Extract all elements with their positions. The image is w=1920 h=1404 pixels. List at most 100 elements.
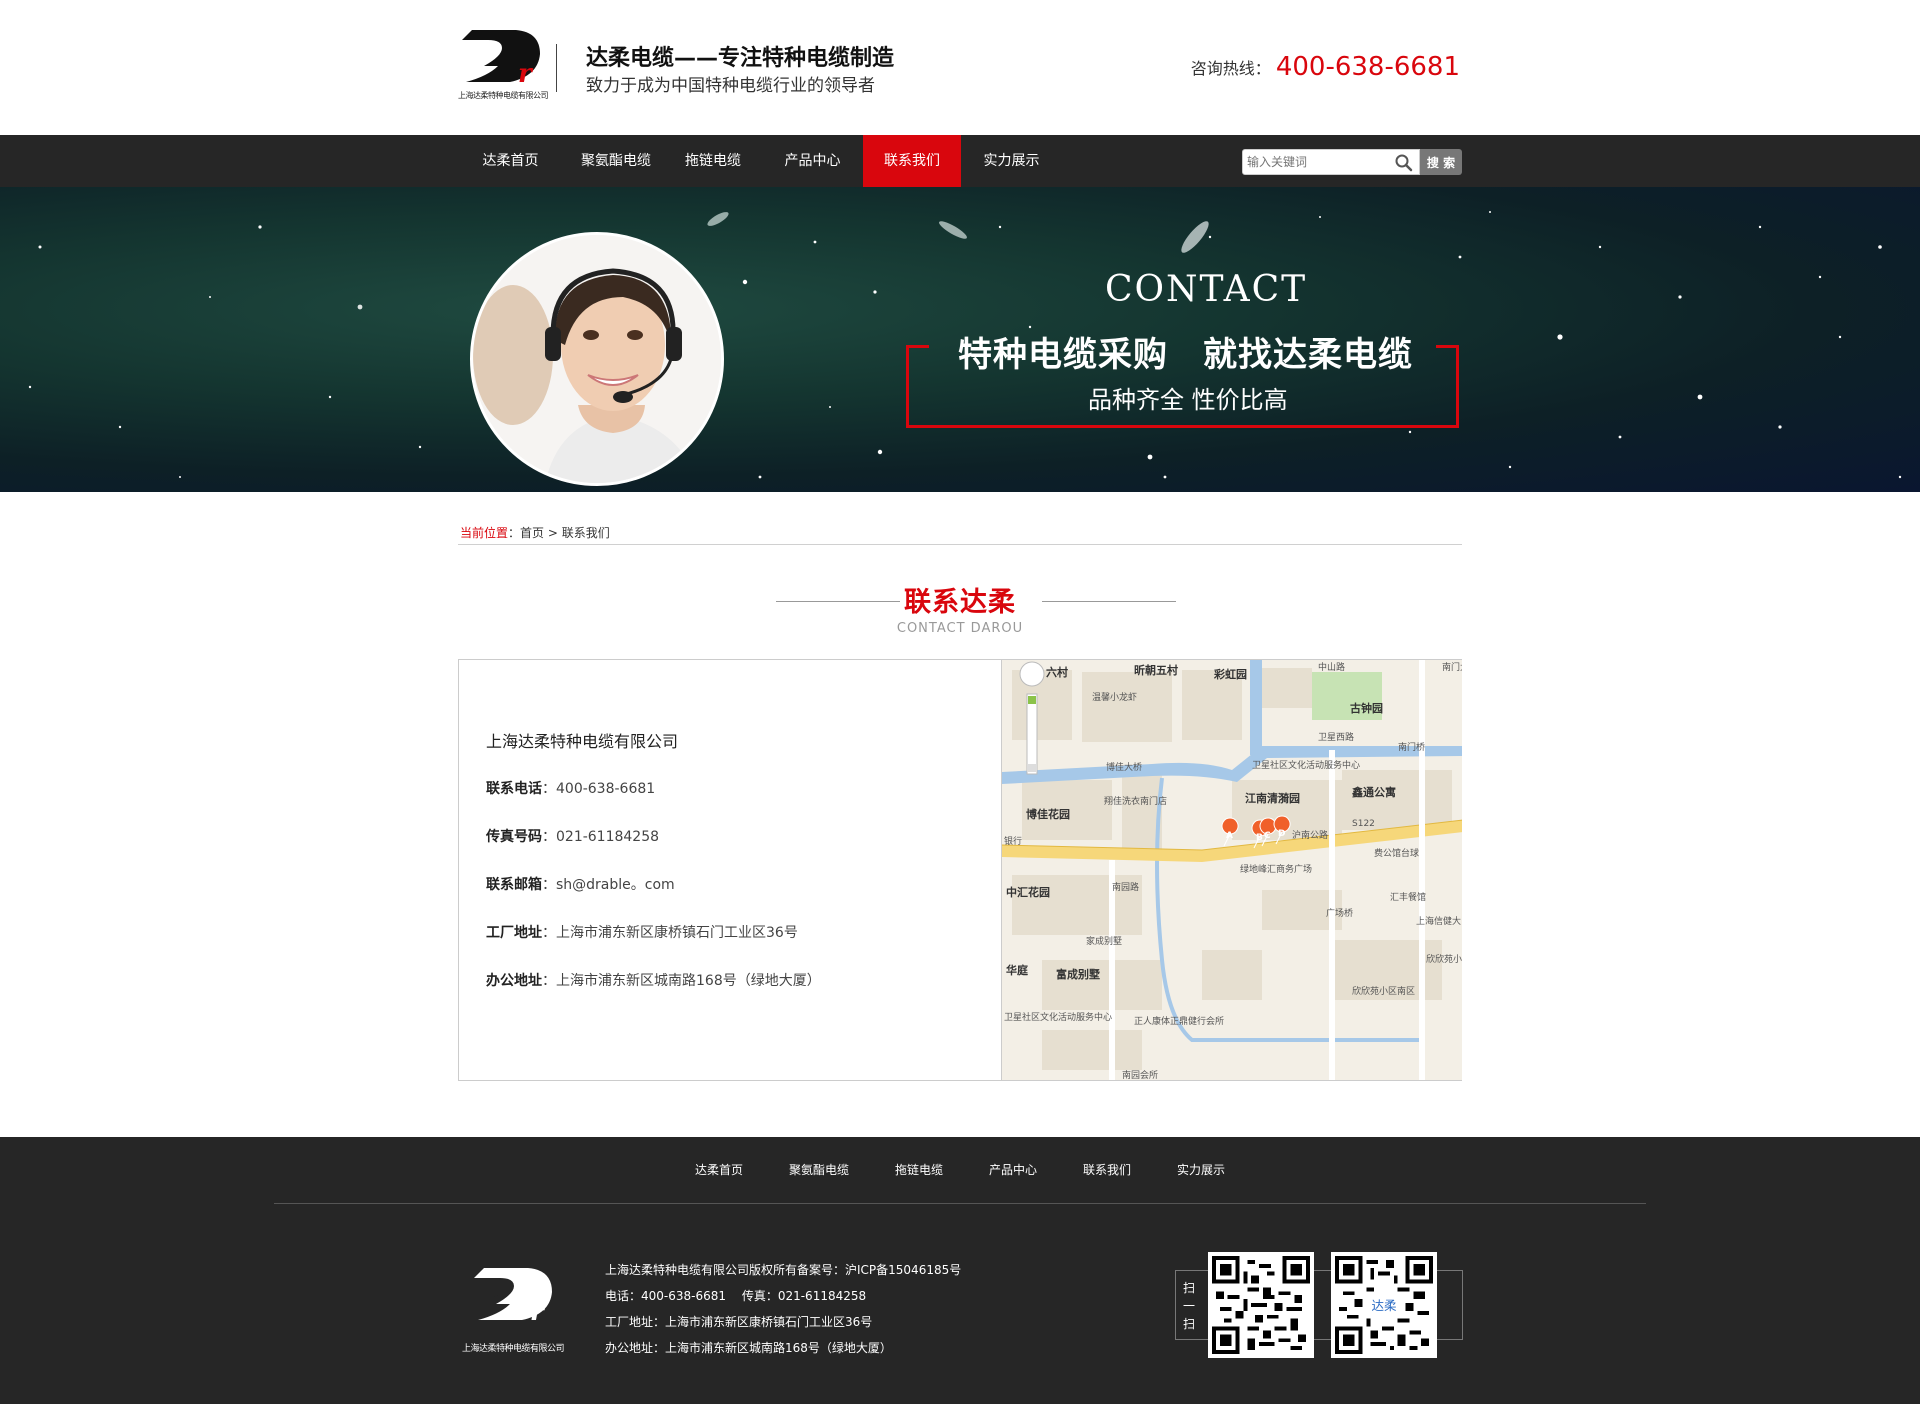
map-label: 家成别墅 bbox=[1086, 935, 1122, 947]
map-label: 欣欣苑小 bbox=[1426, 953, 1462, 965]
footer-nav-pu-cable[interactable]: 聚氨酯电缆 bbox=[766, 1137, 872, 1203]
info-key: 工厂地址 bbox=[486, 925, 542, 941]
customer-service-avatar bbox=[470, 232, 724, 486]
map-label: 卫星社区文化活动服务中心 bbox=[1252, 759, 1360, 771]
map-canvas[interactable]: 六村 昕朝五村 彩虹园 古钟园 博佳花园 江南清漪园 鑫通公寓 中汇花园 华庭 … bbox=[1002, 660, 1462, 1080]
search-icon[interactable] bbox=[1394, 153, 1414, 173]
info-key: 联系邮箱 bbox=[486, 877, 542, 893]
logo-mark: r bbox=[474, 1268, 552, 1327]
contact-phone: 联系电话：400-638-6681 bbox=[486, 778, 986, 826]
map-label: 卫星社区文化活动服务中心 bbox=[1004, 1011, 1112, 1023]
map-label: S122 bbox=[1352, 819, 1375, 829]
svg-text:r: r bbox=[518, 59, 534, 88]
nav-item-drag-chain-cable[interactable]: 拖链电缆 bbox=[664, 135, 762, 187]
qr-code-1 bbox=[1208, 1252, 1314, 1358]
info-value: ：021-61184258 bbox=[542, 829, 660, 845]
footer-logo[interactable]: r 上海达柔特种电缆有限公司 bbox=[460, 1257, 570, 1357]
map-label: 六村 bbox=[1046, 665, 1068, 679]
map-label: 沪南公路 bbox=[1292, 829, 1328, 841]
breadcrumb-label: 当前位置 bbox=[460, 526, 509, 540]
main-nav: 达柔首页 聚氨酯电缆 拖链电缆 产品中心 联系我们 实力展示 搜 索 bbox=[0, 135, 1920, 187]
slogan-main: 达柔电缆——专注特种电缆制造 bbox=[586, 46, 895, 71]
banner: CONTACT 特种电缆采购 就找达柔电缆 品种齐全 性价比高 bbox=[0, 187, 1920, 492]
map-label: 卫星西路 bbox=[1318, 731, 1354, 743]
logo[interactable]: r 上海达柔特种电缆有限公司 bbox=[458, 26, 549, 106]
contact-panel: 上海达柔特种电缆有限公司 联系电话：400-638-6681 传真号码：021-… bbox=[458, 659, 1462, 1081]
nav-list: 达柔首页 聚氨酯电缆 拖链电缆 产品中心 联系我们 实力展示 bbox=[460, 135, 1062, 187]
company-name: 上海达柔特种电缆有限公司 bbox=[486, 732, 679, 751]
map-label: 昕朝五村 bbox=[1134, 663, 1178, 677]
map-label: 古钟园 bbox=[1350, 701, 1383, 715]
map-label: 翔佳洗衣南门店 bbox=[1104, 795, 1167, 807]
map-label: 上海信健大 bbox=[1416, 915, 1461, 927]
scan-label: 扫一扫 bbox=[1182, 1281, 1195, 1331]
contact-info: 上海达柔特种电缆有限公司 联系电话：400-638-6681 传真号码：021-… bbox=[486, 728, 986, 1018]
nav-item-home[interactable]: 达柔首页 bbox=[460, 135, 561, 187]
footer: 达柔首页 聚氨酯电缆 拖链电缆 产品中心 联系我们 实力展示 r 上海达柔特种电… bbox=[0, 1137, 1920, 1404]
map-label: 富成别墅 bbox=[1056, 967, 1100, 981]
nav-item-strength[interactable]: 实力展示 bbox=[961, 135, 1062, 187]
footer-nav-strength[interactable]: 实力展示 bbox=[1154, 1137, 1248, 1203]
hotline-label: 咨询热线： bbox=[1190, 59, 1271, 78]
hotline-number: 400-638-6681 bbox=[1275, 52, 1460, 82]
qr-center-logo: 达柔 bbox=[1371, 1298, 1397, 1313]
footer-nav-home[interactable]: 达柔首页 bbox=[672, 1137, 766, 1203]
search-button[interactable]: 搜 索 bbox=[1420, 149, 1462, 175]
logo-caption: 上海达柔特种电缆有限公司 bbox=[458, 91, 549, 100]
info-value: ：上海市浦东新区康桥镇石门工业区36号 bbox=[542, 925, 798, 941]
header-divider bbox=[556, 44, 557, 92]
location-map[interactable]: 六村 昕朝五村 彩虹园 古钟园 博佳花园 江南清漪园 鑫通公寓 中汇花园 华庭 … bbox=[1001, 660, 1462, 1080]
footer-nav-contact[interactable]: 联系我们 bbox=[1060, 1137, 1154, 1203]
section-title: 联系达柔 CONTACT DAROU bbox=[0, 580, 1920, 636]
map-label: 南门桥 bbox=[1398, 741, 1425, 753]
logo-mark: r bbox=[462, 30, 540, 88]
map-label: 费公馆台球 bbox=[1374, 847, 1419, 859]
footer-copyright: 上海达柔特种电缆有限公司版权所有备案号：沪ICP备15046185号 bbox=[605, 1263, 962, 1277]
banner-cn-subtitle: 品种齐全 性价比高 bbox=[1088, 386, 1288, 414]
map-label: 绿地峰汇商务广场 bbox=[1240, 863, 1312, 875]
map-label: 南园路 bbox=[1112, 881, 1139, 893]
map-label: 华庭 bbox=[1006, 963, 1028, 977]
banner-cn-title: 特种电缆采购 就找达柔电缆 bbox=[958, 335, 1413, 375]
qr-code bbox=[1212, 1256, 1310, 1354]
map-label: 银行 bbox=[1004, 835, 1022, 847]
section-title-cn: 联系达柔 bbox=[904, 587, 1016, 618]
info-key: 传真号码 bbox=[486, 829, 542, 845]
footer-nav-products[interactable]: 产品中心 bbox=[966, 1137, 1060, 1203]
breadcrumb-sep: ： bbox=[508, 526, 521, 540]
avatar-image bbox=[473, 235, 721, 483]
map-label: 广场桥 bbox=[1326, 907, 1353, 919]
footer-nav-drag-chain-cable[interactable]: 拖链电缆 bbox=[872, 1137, 966, 1203]
breadcrumb-sep: > bbox=[544, 526, 562, 540]
contact-fax: 传真号码：021-61184258 bbox=[486, 826, 986, 874]
footer-logo-caption: 上海达柔特种电缆有限公司 bbox=[462, 1344, 565, 1354]
footer-office-address: 办公地址：上海市浦东新区城南路168号（绿地大厦） bbox=[605, 1341, 892, 1355]
info-key: 联系电话 bbox=[486, 781, 542, 797]
hotline: 咨询热线： 400-638-6681 bbox=[1191, 52, 1460, 82]
nav-item-contact[interactable]: 联系我们 bbox=[863, 135, 961, 187]
map-label: 江南清漪园 bbox=[1245, 791, 1300, 805]
nav-item-pu-cable[interactable]: 聚氨酯电缆 bbox=[561, 135, 664, 187]
breadcrumb-current[interactable]: 联系我们 bbox=[562, 526, 610, 540]
info-value: ：sh@drable。com bbox=[542, 877, 675, 893]
nav-item-products[interactable]: 产品中心 bbox=[762, 135, 863, 187]
map-label: 南门大街 bbox=[1442, 661, 1462, 673]
map-label: 正人康体正鼎健行会所 bbox=[1134, 1015, 1224, 1027]
search-box: 搜 索 bbox=[1242, 149, 1462, 175]
map-label: 温馨小龙虾 bbox=[1092, 691, 1137, 703]
footer-info: 上海达柔特种电缆有限公司版权所有备案号：沪ICP备15046185号 电话：40… bbox=[605, 1257, 961, 1361]
breadcrumb-home[interactable]: 首页 bbox=[520, 526, 544, 540]
svg-text:r: r bbox=[530, 1297, 546, 1327]
breadcrumb: 当前位置：首页 > 联系我们 bbox=[460, 524, 1462, 544]
info-value: ：上海市浦东新区城南路168号（绿地大厦） bbox=[542, 973, 821, 989]
footer-nav: 达柔首页 聚氨酯电缆 拖链电缆 产品中心 联系我们 实力展示 bbox=[0, 1137, 1920, 1203]
header: r 上海达柔特种电缆有限公司 达柔电缆——专注特种电缆制造 致力于成为中国特种电… bbox=[0, 0, 1920, 135]
info-key: 办公地址 bbox=[486, 973, 542, 989]
contact-email: 联系邮箱：sh@drable。com bbox=[486, 874, 986, 922]
map-label: 鑫通公寓 bbox=[1351, 785, 1396, 799]
banner-en-title: CONTACT bbox=[1105, 269, 1308, 310]
qr-code-2: 达柔 bbox=[1331, 1252, 1437, 1358]
footer-factory-address: 工厂地址：上海市浦东新区康桥镇石门工业区36号 bbox=[605, 1315, 873, 1329]
map-label: 南园会所 bbox=[1122, 1069, 1158, 1080]
map-label: 欣欣苑小区南区 bbox=[1352, 985, 1415, 997]
